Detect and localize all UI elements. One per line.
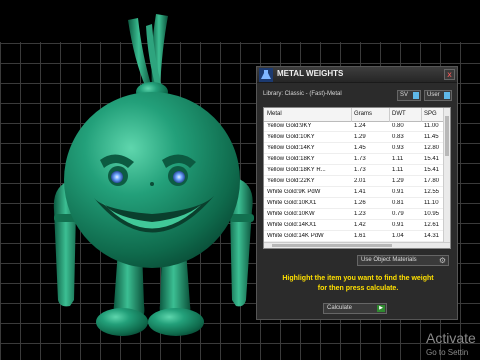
gear-icon: ⚙ bbox=[438, 256, 446, 265]
table-row[interactable]: Yellow Gold:9KY 1.24 0.80 11.00 bbox=[264, 122, 444, 132]
right-eye bbox=[173, 171, 185, 183]
sv-toggle-icon bbox=[413, 92, 419, 99]
table-cell: 1.24 bbox=[354, 123, 366, 129]
table-header: Metal Grams DWT SPG bbox=[264, 108, 444, 122]
table-cell: Yellow Gold:18KY bbox=[267, 156, 315, 162]
table-cell: 0.79 bbox=[392, 211, 404, 217]
sv-option-button[interactable]: SV bbox=[397, 90, 421, 101]
head-body bbox=[64, 92, 240, 268]
table-cell: 0.83 bbox=[392, 134, 404, 140]
use-object-materials-button[interactable]: Use Object Materials ⚙ bbox=[357, 255, 449, 266]
table-cell: 0.93 bbox=[392, 145, 404, 151]
user-option-button[interactable]: User bbox=[424, 90, 452, 101]
table-row[interactable]: White Gold:10KX1 1.26 0.81 11.10 bbox=[264, 199, 444, 209]
table-cell: 1.11 bbox=[392, 156, 404, 162]
table-cell: White Gold:10KX1 bbox=[267, 200, 317, 206]
antenna-leaf bbox=[128, 14, 168, 102]
table-cell: Yellow Gold:10KY bbox=[267, 134, 315, 140]
table-cell: 1.73 bbox=[354, 167, 366, 173]
table-row[interactable]: Yellow Gold:18KY 1.73 1.11 15.41 bbox=[264, 155, 444, 165]
table-cell: 1.45 bbox=[354, 145, 366, 151]
table-cell: 2.01 bbox=[354, 178, 366, 184]
calculate-button[interactable]: Calculate ▶ bbox=[323, 303, 387, 314]
table-row[interactable]: White Gold:9K PdW 1.41 0.91 12.55 bbox=[264, 188, 444, 198]
table-cell: 0.91 bbox=[392, 222, 404, 228]
table-row[interactable]: White Gold:10KW 1.23 0.79 10.95 bbox=[264, 210, 444, 220]
library-row: Library: Classic - (Fast)-Metal SV User bbox=[257, 89, 457, 103]
table-row[interactable]: Yellow Gold:10KY 1.29 0.83 11.45 bbox=[264, 133, 444, 143]
table-cell: 1.04 bbox=[392, 233, 404, 239]
library-label: Library: Classic - (Fast)-Metal bbox=[263, 91, 342, 97]
table-cell: 1.11 bbox=[392, 167, 404, 173]
instruction-text: Highlight the item you want to find the … bbox=[282, 275, 434, 292]
horizontal-scroll-thumb[interactable] bbox=[272, 244, 392, 247]
table-row[interactable]: White Gold:14KX1 1.42 0.91 12.61 bbox=[264, 221, 444, 231]
close-button[interactable]: x bbox=[444, 69, 455, 80]
table-cell: 1.29 bbox=[392, 178, 404, 184]
horizontal-scrollbar[interactable] bbox=[264, 242, 450, 248]
table-cell: 1.23 bbox=[354, 211, 366, 217]
panel-title-bar[interactable]: METAL WEIGHTS x bbox=[257, 67, 457, 83]
table-cell: White Gold:9K PdW bbox=[267, 189, 321, 195]
metal-weights-panel: METAL WEIGHTS x Library: Classic - (Fast… bbox=[256, 66, 458, 320]
table-cell: 0.91 bbox=[392, 189, 404, 195]
table-cell: White Gold:14K PdW bbox=[267, 233, 324, 239]
vertical-scroll-thumb[interactable] bbox=[445, 116, 449, 156]
table-row[interactable]: Yellow Gold:18KY R... 1.73 1.11 15.41 bbox=[264, 166, 444, 176]
header-grams[interactable]: Grams bbox=[354, 111, 388, 117]
table-cell: Yellow Gold:14KY bbox=[267, 145, 315, 151]
table-row[interactable]: Yellow Gold:22KY 2.01 1.29 17.80 bbox=[264, 177, 444, 187]
play-icon: ▶ bbox=[377, 305, 385, 312]
activate-windows-watermark: Activate Go to Settin bbox=[426, 330, 476, 357]
table-cell: White Gold:10KW bbox=[267, 211, 315, 217]
table-row[interactable]: White Gold:14K PdW 1.61 1.04 14.31 bbox=[264, 232, 444, 242]
header-dwt[interactable]: DWT bbox=[392, 111, 420, 117]
table-cell: 1.42 bbox=[354, 222, 366, 228]
table-row[interactable]: Yellow Gold:14KY 1.45 0.93 12.80 bbox=[264, 144, 444, 154]
table-cell: 1.29 bbox=[354, 134, 366, 140]
header-metal[interactable]: Metal bbox=[267, 111, 351, 117]
flask-icon bbox=[259, 68, 273, 82]
table-cell: 1.73 bbox=[354, 156, 366, 162]
left-eye bbox=[111, 171, 123, 183]
table-cell: Yellow Gold:22KY bbox=[267, 178, 315, 184]
table-cell: Yellow Gold:18KY R... bbox=[267, 167, 326, 173]
table-cell: Yellow Gold:9KY bbox=[267, 123, 312, 129]
metal-table[interactable]: Metal Grams DWT SPG Yellow Gold:9KY 1.24 0… bbox=[263, 107, 451, 249]
user-toggle-icon bbox=[444, 92, 450, 99]
table-cell: 1.41 bbox=[354, 189, 366, 195]
table-cell: 0.81 bbox=[392, 200, 404, 206]
table-cell: 1.26 bbox=[354, 200, 366, 206]
panel-title: METAL WEIGHTS bbox=[277, 69, 344, 78]
vertical-scrollbar[interactable] bbox=[443, 108, 450, 248]
table-cell: 1.61 bbox=[354, 233, 366, 239]
table-cell: 0.80 bbox=[392, 123, 404, 129]
table-cell: White Gold:14KX1 bbox=[267, 222, 317, 228]
